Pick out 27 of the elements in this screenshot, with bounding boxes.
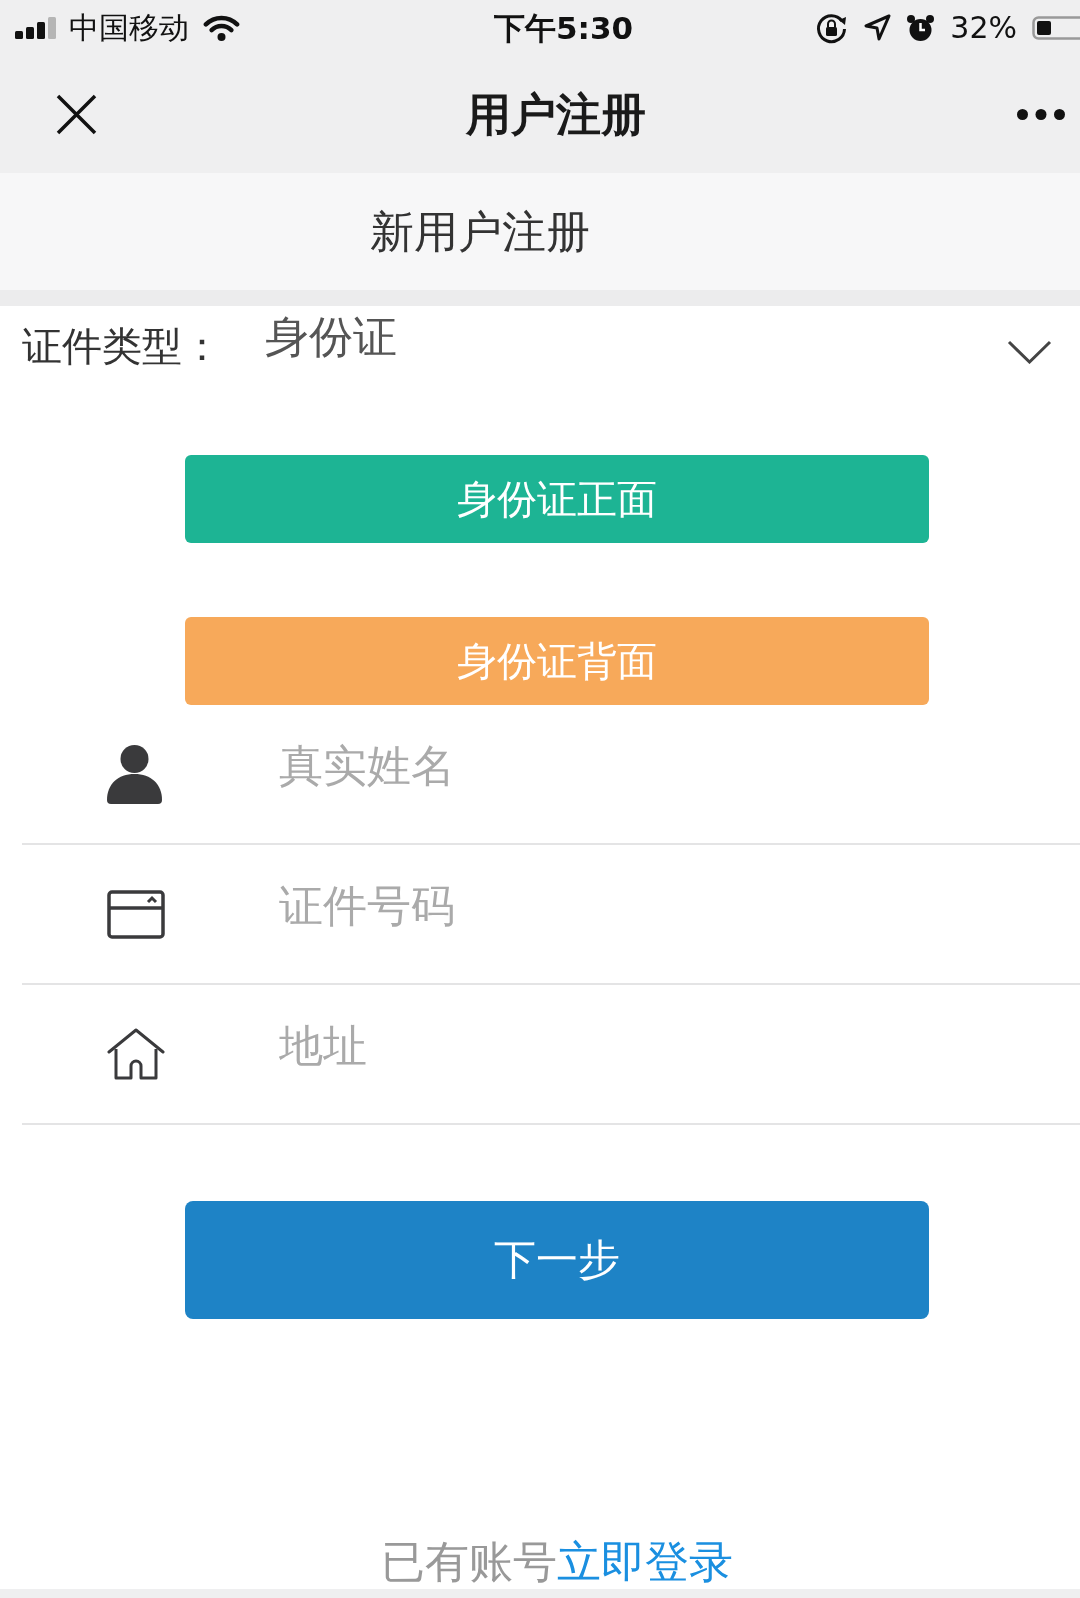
upload-button[interactable]: 身份证背面 (185, 617, 929, 705)
login-prompt: 已有账号立即登录 (381, 1535, 733, 1589)
card-icon (107, 889, 165, 939)
alarm-icon (906, 13, 936, 43)
carrier-name: 中国移动 (69, 10, 189, 46)
person-icon (107, 744, 162, 804)
upload-button[interactable]: 身份证正面 (185, 455, 929, 543)
page-title: 用户注册 (466, 87, 646, 142)
next-button[interactable]: 下一步 (185, 1201, 929, 1319)
location-arrow-icon (863, 14, 892, 42)
rotation-lock-icon (815, 11, 849, 45)
id-type-dropdown[interactable]: 身份证 (265, 310, 1052, 364)
login-link[interactable]: 立即登录 (557, 1536, 733, 1587)
battery-icon (1032, 16, 1080, 40)
chevron-down-icon (1007, 340, 1052, 364)
home-icon (107, 1027, 165, 1081)
id-number-input[interactable]: 证件号码 (279, 875, 1060, 935)
close-icon[interactable] (56, 94, 97, 135)
name-input[interactable]: 真实姓名 (279, 735, 1060, 795)
wifi-icon (203, 14, 240, 42)
more-icon[interactable] (1017, 109, 1065, 120)
id-type-label: 证件类型： (22, 322, 223, 370)
section-title: 新用户注册 (370, 204, 590, 259)
signal-icon (15, 17, 58, 39)
battery-percentage: 32% (950, 10, 1017, 46)
status-time: 下午5:30 (494, 10, 634, 46)
address-input[interactable]: 地址 (279, 1015, 1060, 1075)
